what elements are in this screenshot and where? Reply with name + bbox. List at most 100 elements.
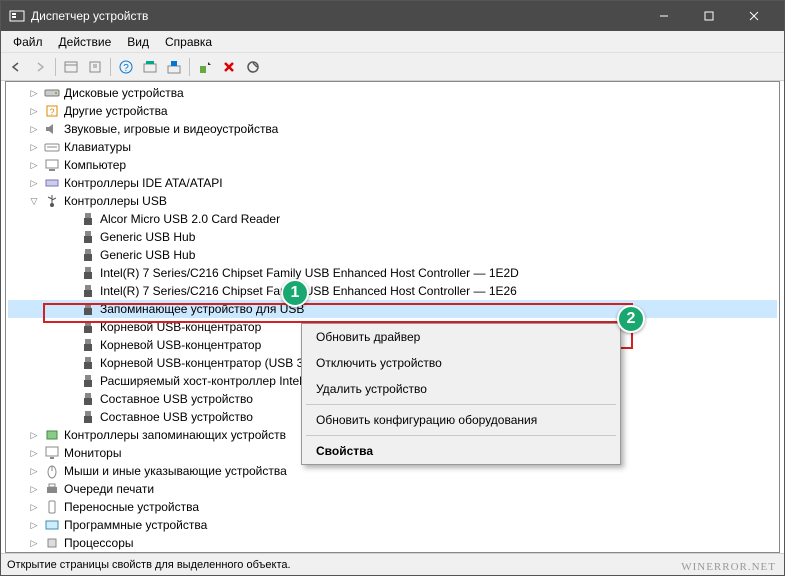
tree-item[interactable]: ▷ Очереди печати <box>8 480 777 498</box>
expand-caret-icon[interactable]: ▷ <box>28 178 40 189</box>
tree-item-label: Запоминающее устройство для USB <box>100 302 304 316</box>
status-text: Открытие страницы свойств для выделенног… <box>7 559 291 571</box>
sound-icon <box>44 121 60 137</box>
other-icon: ? <box>44 103 60 119</box>
tree-item-label: Звуковые, игровые и видеоустройства <box>64 122 278 136</box>
mouse-icon <box>44 463 60 479</box>
disable-button[interactable] <box>242 56 264 78</box>
tree-item[interactable]: Generic USB Hub <box>8 246 777 264</box>
tree-item[interactable]: Generic USB Hub <box>8 228 777 246</box>
maximize-button[interactable] <box>686 1 731 31</box>
annotation-badge-2: 2 <box>617 305 645 333</box>
computer-icon <box>44 157 60 173</box>
tree-item[interactable]: Intel(R) 7 Series/C216 Chipset Family US… <box>8 264 777 282</box>
tree-item-label: Очереди печати <box>64 482 154 496</box>
show-hidden-button[interactable] <box>60 56 82 78</box>
tree-item[interactable]: ▷ Контроллеры IDE ATA/ATAPI <box>8 174 777 192</box>
expand-caret-icon[interactable]: ▷ <box>28 520 40 531</box>
device-tree[interactable]: ▷Дисковые устройства▷?Другие устройства▷… <box>5 81 780 553</box>
tree-item-label: Корневой USB-концентратор <box>100 338 261 352</box>
tree-item[interactable]: ▽ Контроллеры USB <box>8 192 777 210</box>
tree-item-label: Процессоры <box>64 536 134 550</box>
update-driver-button[interactable] <box>194 56 216 78</box>
expand-caret-icon[interactable]: ▷ <box>28 142 40 153</box>
expand-caret-icon[interactable]: ▷ <box>28 502 40 513</box>
tree-item[interactable]: ▷Клавиатуры <box>8 138 777 156</box>
help-button[interactable]: ? <box>115 56 137 78</box>
cpu-icon <box>44 535 60 551</box>
menu-view[interactable]: Вид <box>119 33 157 51</box>
expand-caret-icon[interactable]: ▷ <box>28 538 40 549</box>
usb-plug-icon <box>80 409 96 425</box>
expand-caret-icon[interactable]: ▷ <box>28 430 40 441</box>
tree-item-label: Контроллеры USB <box>64 194 167 208</box>
ctx-properties[interactable]: Свойства <box>302 438 620 464</box>
tree-item-label: Корневой USB-концентратор <box>100 320 261 334</box>
ctx-disable-device[interactable]: Отключить устройство <box>302 350 620 376</box>
usb-plug-icon <box>80 283 96 299</box>
monitor-icon <box>44 445 60 461</box>
storage-icon <box>44 427 60 443</box>
expand-caret-icon[interactable]: ▽ <box>28 196 40 207</box>
menu-help[interactable]: Справка <box>157 33 220 51</box>
expand-caret-icon[interactable]: ▷ <box>28 448 40 459</box>
toolbar: ? <box>1 53 784 81</box>
tree-item-label: Корневой USB-концентратор (USB 3.0) <box>100 356 317 370</box>
expand-caret-icon[interactable]: ▷ <box>28 484 40 495</box>
ctx-separator <box>306 404 616 405</box>
tree-item-label: Дисковые устройства <box>64 86 184 100</box>
close-button[interactable] <box>731 1 776 31</box>
menubar: Файл Действие Вид Справка <box>1 31 784 53</box>
expand-caret-icon[interactable]: ▷ <box>28 88 40 99</box>
ctx-remove-device[interactable]: Удалить устройство <box>302 376 620 402</box>
expand-caret-icon[interactable]: ▷ <box>28 106 40 117</box>
toolbar-separator <box>110 58 111 76</box>
expand-caret-icon[interactable]: ▷ <box>28 466 40 477</box>
back-button[interactable] <box>5 56 27 78</box>
tree-item[interactable]: ▷ Дисковые устройства <box>8 84 777 102</box>
usb-plug-icon <box>80 265 96 281</box>
tree-item[interactable]: ▷ Процессоры <box>8 534 777 552</box>
tree-item[interactable]: ▷ Программные устройства <box>8 516 777 534</box>
tree-item[interactable]: ▷?Другие устройства <box>8 102 777 120</box>
usb-plug-icon <box>80 247 96 263</box>
usb-plug-icon <box>80 211 96 227</box>
svg-text:?: ? <box>123 63 129 74</box>
tree-item-label: Контроллеры IDE ATA/ATAPI <box>64 176 223 190</box>
ctx-separator <box>306 435 616 436</box>
usb-plug-icon <box>80 337 96 353</box>
usb-plug-icon <box>80 373 96 389</box>
tree-item[interactable]: Intel(R) 7 Series/C216 Chipset Family US… <box>8 282 777 300</box>
expand-caret-icon[interactable]: ▷ <box>28 160 40 171</box>
menu-file[interactable]: Файл <box>5 33 51 51</box>
tree-item-label: Intel(R) 7 Series/C216 Chipset Family US… <box>100 266 519 280</box>
scan-hardware-button[interactable] <box>163 56 185 78</box>
disk-icon <box>44 85 60 101</box>
tree-item[interactable]: Alcor Micro USB 2.0 Card Reader <box>8 210 777 228</box>
keyboard-icon <box>44 139 60 155</box>
minimize-button[interactable] <box>641 1 686 31</box>
ctx-update-driver[interactable]: Обновить драйвер <box>302 324 620 350</box>
uninstall-button[interactable] <box>218 56 240 78</box>
printer-icon <box>44 481 60 497</box>
scan-button[interactable] <box>139 56 161 78</box>
tree-item[interactable]: ▷ Звуковые, игровые и видеоустройства <box>8 120 777 138</box>
software-icon <box>44 517 60 533</box>
tree-item[interactable]: ▷Переносные устройства <box>8 498 777 516</box>
menu-action[interactable]: Действие <box>51 33 120 51</box>
titlebar: Диспетчер устройств <box>1 1 784 31</box>
tree-item[interactable]: Запоминающее устройство для USB <box>8 300 777 318</box>
annotation-badge-1: 1 <box>281 279 309 307</box>
portable-icon <box>44 499 60 515</box>
tree-item-label: Программные устройства <box>64 518 207 532</box>
ctx-update-config[interactable]: Обновить конфигурацию оборудования <box>302 407 620 433</box>
forward-button[interactable] <box>29 56 51 78</box>
properties-button[interactable] <box>84 56 106 78</box>
tree-item-label: Составное USB устройство <box>100 392 253 406</box>
tree-item[interactable]: ▷Компьютер <box>8 156 777 174</box>
usb-plug-icon <box>80 319 96 335</box>
tree-item-label: Generic USB Hub <box>100 248 195 262</box>
svg-text:?: ? <box>49 107 54 117</box>
expand-caret-icon[interactable]: ▷ <box>28 124 40 135</box>
toolbar-separator <box>189 58 190 76</box>
